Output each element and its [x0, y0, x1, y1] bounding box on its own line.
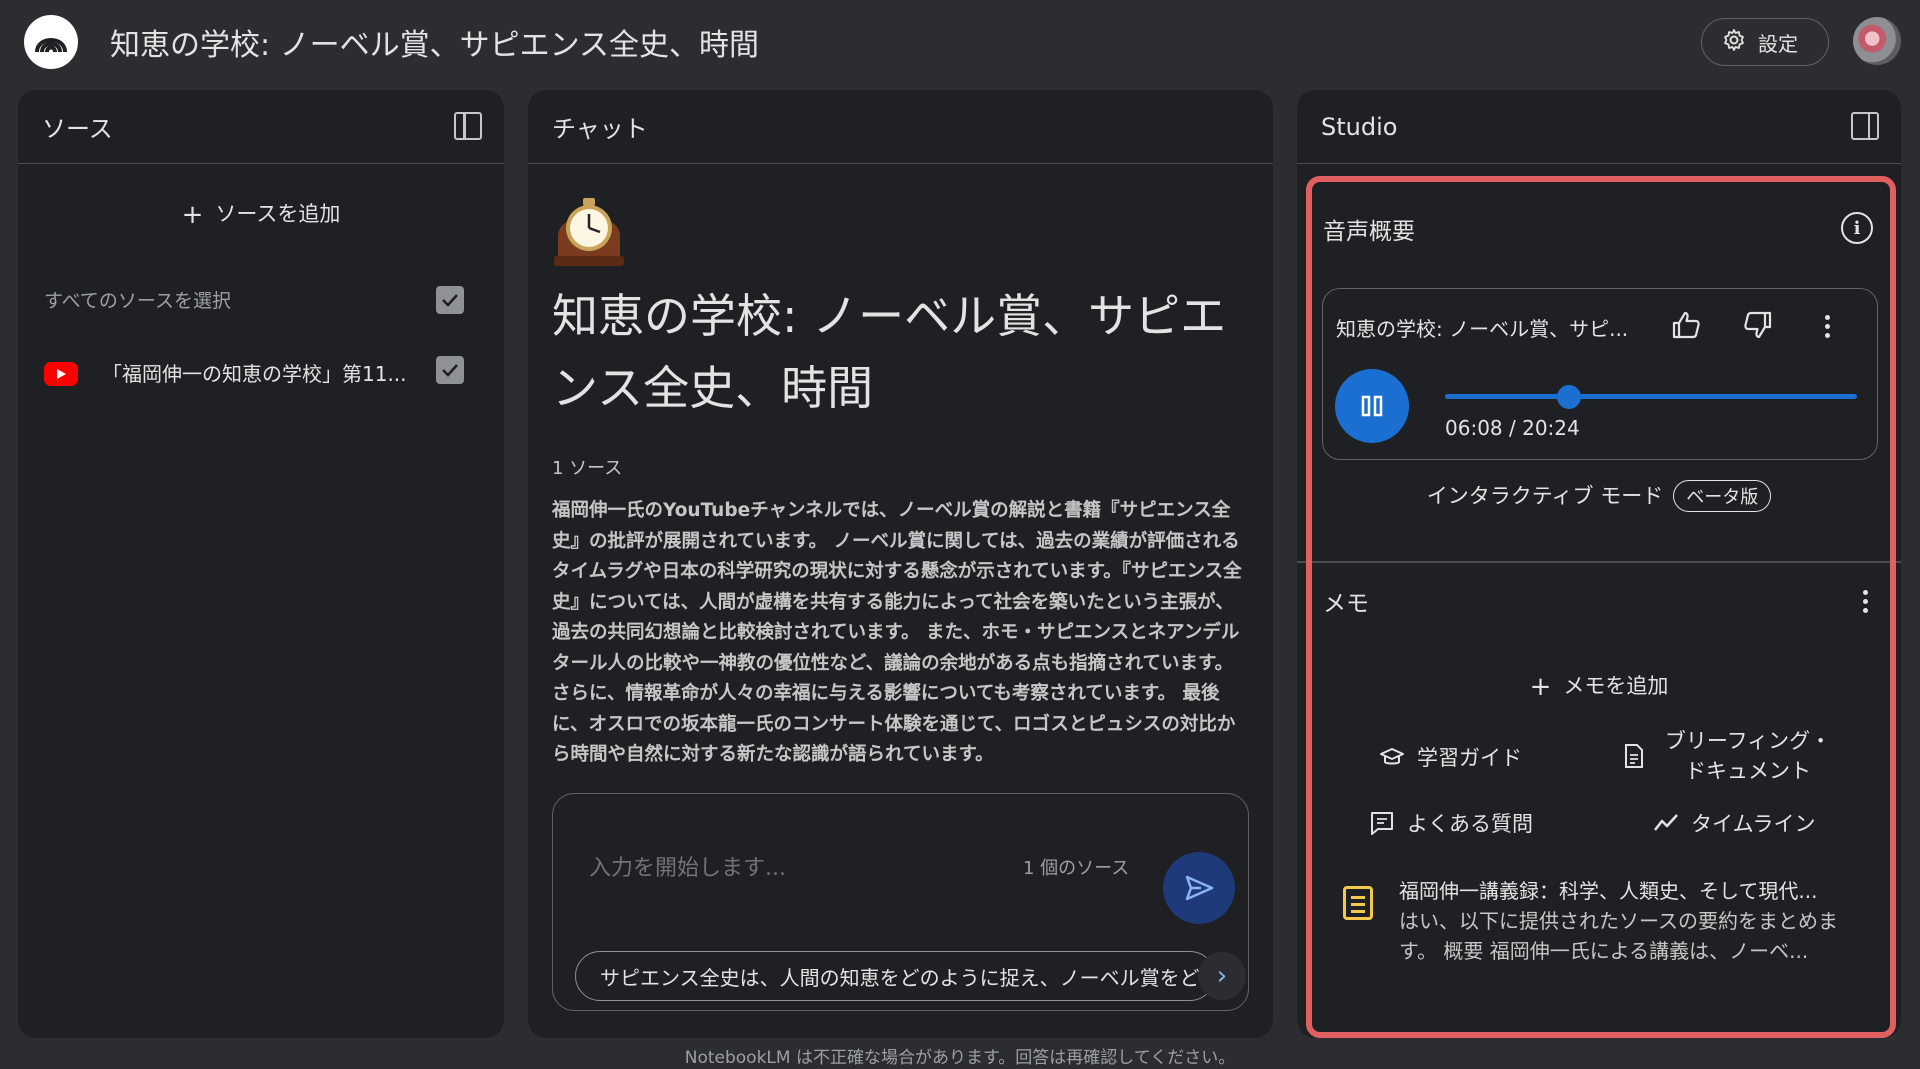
collapse-panel-icon[interactable] [454, 112, 482, 140]
studio-title: Studio [1321, 112, 1398, 141]
notebooklm-logo-icon[interactable] [24, 15, 78, 69]
thumbs-up-icon[interactable] [1668, 307, 1704, 343]
notebook-summary: 福岡伸一氏のYouTubeチャンネルでは、ノーベル賞の解説と書籍『サピエンス全史… [552, 500, 1242, 765]
graduation-cap-icon [1380, 748, 1404, 765]
memo-title: メモ [1323, 591, 1369, 617]
clock-emoji-icon [550, 190, 628, 268]
sources-title: ソース [42, 115, 113, 143]
add-memo-label: メモを追加 [1563, 674, 1669, 698]
add-source-label: ソースを追加 [215, 202, 341, 226]
progress-thumb[interactable] [1556, 385, 1581, 409]
timeline-label: タイムライン [1691, 812, 1816, 836]
memo-item-preview: はい、以下に提供されたソースの要約をまとめます。 概要 福岡伸一氏による講義は、… [1399, 909, 1838, 963]
faq-icon [1371, 812, 1393, 835]
source-count: 1 ソース [552, 458, 623, 479]
more-options-icon[interactable] [1823, 315, 1831, 338]
faq-button[interactable]: よくある質問 [1369, 808, 1533, 838]
send-button[interactable] [1163, 852, 1235, 924]
timeline-icon [1654, 814, 1678, 831]
chat-title: チャット [552, 115, 648, 143]
study-guide-label: 学習ガイド [1417, 746, 1522, 770]
gear-icon [1722, 28, 1746, 57]
memo-item[interactable]: 福岡伸一講義録：科学、人類史、そして現代... はい、以下に提供されたソースの要… [1399, 876, 1859, 966]
info-icon[interactable]: i [1841, 212, 1873, 244]
settings-button[interactable]: 設定 [1701, 18, 1829, 66]
check-icon [442, 364, 458, 377]
studio-header: Studio [1297, 90, 1901, 164]
plus-icon: + [181, 200, 204, 230]
sources-header: ソース [18, 90, 504, 164]
time-display: 06:08 / 20:24 [1445, 416, 1580, 440]
notebook-heading: 知恵の学校: ノーベル賞、サピエンス全史、時間 [552, 289, 1227, 415]
audio-overview-title: 音声概要 [1323, 219, 1415, 245]
timeline-button[interactable]: タイムライン [1653, 808, 1816, 838]
divider [1297, 561, 1901, 563]
thumbs-down-icon[interactable] [1740, 307, 1776, 343]
briefing-doc-label: ブリーフィング・ドキュメント [1664, 729, 1832, 783]
select-all-checkbox[interactable] [436, 286, 464, 314]
user-avatar[interactable] [1853, 17, 1901, 65]
suggested-question[interactable]: サピエンス全史は、人間の知恵をどのように捉え、ノーベル賞をどう評価するか？ [575, 951, 1215, 1001]
chat-header: チャット [528, 90, 1273, 164]
top-bar: 知恵の学校: ノーベル賞、サピエンス全史、時間 設定 [0, 0, 1920, 86]
chat-source-count: 1 個のソース [1023, 858, 1130, 879]
add-memo-button[interactable]: + メモを追加 [1297, 670, 1901, 702]
note-icon [1343, 886, 1373, 920]
add-source-button[interactable]: + ソースを追加 [18, 198, 504, 230]
audio-player-card: 知恵の学校: ノーベル賞、サピ... 06:08 / 20:24 [1322, 288, 1878, 460]
audio-title: 知恵の学校: ノーベル賞、サピ... [1336, 317, 1629, 341]
notebook-title[interactable]: 知恵の学校: ノーベル賞、サピエンス全史、時間 [110, 20, 759, 64]
study-guide-button[interactable]: 学習ガイド [1379, 742, 1522, 772]
audio-progress-bar[interactable] [1445, 385, 1857, 409]
select-all-label: すべてのソースを選択 [44, 290, 231, 312]
sources-panel: ソース + ソースを追加 すべてのソースを選択 「福岡伸一の知恵の学校」第11..… [18, 90, 504, 1038]
disclaimer-footer: NotebookLM は不正確な場合があります。回答は再確認してください。 [684, 1048, 1236, 1068]
source-item-checkbox[interactable] [436, 356, 464, 384]
briefing-doc-button[interactable]: ブリーフィング・ドキュメント [1622, 726, 1838, 786]
memo-more-options-icon[interactable] [1861, 590, 1869, 613]
youtube-icon [44, 362, 78, 386]
faq-label: よくある質問 [1407, 812, 1533, 836]
send-icon [1185, 875, 1214, 901]
source-item-label[interactable]: 「福岡伸一の知恵の学校」第11... [102, 358, 407, 387]
beta-badge: ベータ版 [1673, 480, 1772, 512]
memo-item-title: 福岡伸一講義録：科学、人類史、そして現代... [1399, 879, 1818, 903]
collapse-panel-icon[interactable] [1851, 112, 1879, 140]
settings-label: 設定 [1758, 31, 1798, 56]
chat-input[interactable]: 入力を開始します... [589, 850, 786, 882]
studio-panel: Studio 音声概要 i 知恵の学校: ノーベル賞、サピ... 06:08 /… [1297, 90, 1901, 1038]
chat-input-area: 入力を開始します... 1 個のソース サピエンス全史は、人間の知恵をどのように… [552, 793, 1249, 1011]
chevron-right-icon[interactable]: › [1198, 952, 1246, 1000]
interactive-mode-label: インタラクティブ モード [1426, 484, 1664, 508]
document-icon [1625, 744, 1643, 768]
chat-panel: チャット 知恵の学校: ノーベル賞、サピエンス全史、時間 1 ソース 福岡伸一氏… [528, 90, 1273, 1038]
plus-icon: + [1529, 672, 1552, 702]
check-icon [442, 294, 458, 307]
pause-icon [1361, 395, 1383, 417]
interactive-mode-button[interactable]: インタラクティブ モード ベータ版 [1297, 480, 1901, 512]
pause-button[interactable] [1335, 369, 1409, 443]
